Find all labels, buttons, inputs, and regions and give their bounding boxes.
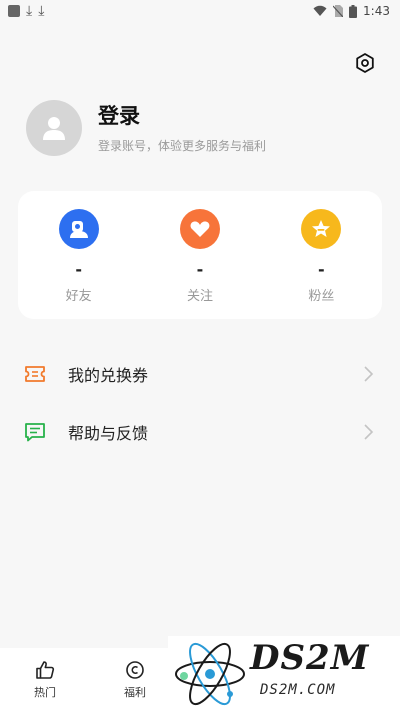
download-icon: ⤓ xyxy=(26,3,33,19)
menu-item-help[interactable]: 帮助与反馈 xyxy=(0,403,400,461)
stats-card: - 好友 - 关注 - 粉丝 xyxy=(18,191,382,319)
star-icon xyxy=(301,209,342,249)
no-sim-icon xyxy=(333,5,344,17)
menu-label: 我的兑换券 xyxy=(68,366,149,385)
ticket-icon xyxy=(24,363,46,385)
heart-icon xyxy=(179,209,220,249)
stat-fans[interactable]: - 粉丝 xyxy=(261,191,382,319)
stat-value: - xyxy=(196,260,204,279)
status-left: ⤓ ⤓ xyxy=(8,3,45,19)
stat-label: 好友 xyxy=(65,289,92,304)
status-bar: ⤓ ⤓ 1:43 xyxy=(0,0,400,22)
stat-friends[interactable]: - 好友 xyxy=(18,191,139,319)
atom-logo-icon xyxy=(175,642,245,706)
status-time: 1:43 xyxy=(363,4,390,18)
menu-label: 帮助与反馈 xyxy=(68,424,149,443)
profile-text: 登录 登录账号，体验更多服务与福利 xyxy=(98,103,266,154)
coin-icon xyxy=(126,661,144,679)
tab-hot[interactable]: 热门 xyxy=(0,648,90,710)
status-right: 1:43 xyxy=(313,4,390,18)
feedback-icon xyxy=(24,421,46,443)
settings-button[interactable] xyxy=(352,50,378,76)
battery-icon xyxy=(349,4,358,18)
user-icon xyxy=(43,117,65,140)
stat-label: 关注 xyxy=(186,289,213,304)
wifi-icon xyxy=(313,5,327,16)
stat-label: 粉丝 xyxy=(308,289,335,304)
watermark-subtext: DS2M.COM xyxy=(260,682,336,698)
menu-item-coupons[interactable]: 我的兑换券 xyxy=(0,345,400,403)
thumbs-up-icon xyxy=(36,661,55,679)
watermark: DS2M DS2M.COM xyxy=(168,636,400,710)
avatar[interactable] xyxy=(26,100,82,156)
chevron-right-icon xyxy=(364,424,374,440)
stat-value: - xyxy=(75,260,82,279)
download-icon: ⤓ xyxy=(38,3,45,19)
gear-icon xyxy=(356,53,374,73)
stat-value: - xyxy=(318,260,325,279)
login-title[interactable]: 登录 xyxy=(98,103,266,129)
login-subtitle: 登录账号，体验更多服务与福利 xyxy=(98,138,267,153)
watermark-text: DS2M xyxy=(250,638,370,678)
login-profile[interactable]: 登录 登录账号，体验更多服务与福利 xyxy=(26,100,266,156)
tab-welfare[interactable]: 福利 xyxy=(90,648,180,710)
chevron-right-icon xyxy=(364,366,374,382)
stat-following[interactable]: - 关注 xyxy=(139,191,260,319)
tab-label: 福利 xyxy=(124,686,146,699)
friends-icon xyxy=(58,209,99,249)
tab-label: 热门 xyxy=(34,686,56,699)
menu-list: 我的兑换券 帮助与反馈 xyxy=(0,345,400,461)
app-notification-icon xyxy=(8,5,20,17)
